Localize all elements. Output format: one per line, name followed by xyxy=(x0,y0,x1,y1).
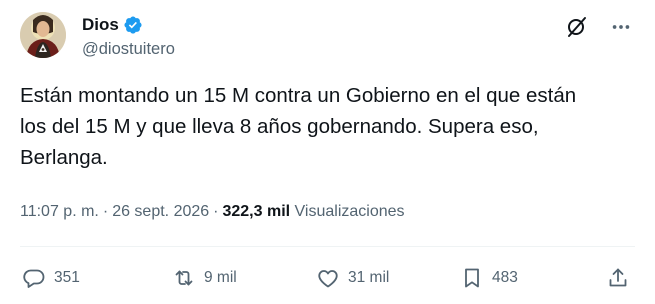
repost-button[interactable]: 9 mil xyxy=(172,262,237,294)
avatar[interactable] xyxy=(20,12,66,58)
repost-icon xyxy=(175,270,193,286)
share-icon xyxy=(609,268,627,287)
author-block: Dios @diostuitero xyxy=(82,14,175,59)
like-button[interactable]: 31 mil xyxy=(316,262,389,294)
meta-separator: · xyxy=(102,203,109,220)
grok-icon[interactable] xyxy=(564,14,590,40)
author-handle[interactable]: @diostuitero xyxy=(82,39,175,59)
share-button[interactable] xyxy=(606,262,630,294)
like-count: 31 mil xyxy=(348,269,390,286)
meta-separator: · xyxy=(213,203,219,220)
display-name[interactable]: Dios xyxy=(82,15,119,35)
reply-count: 351 xyxy=(54,269,80,286)
views-label: Visualizaciones xyxy=(294,203,405,220)
views-count: 322,3 mil xyxy=(222,203,291,220)
repost-count: 9 mil xyxy=(204,269,237,286)
tweet-text: Están montando un 15 M contra un Gobiern… xyxy=(20,84,577,169)
verified-badge-icon xyxy=(123,15,143,35)
bookmark-icon xyxy=(465,268,479,288)
more-icon[interactable] xyxy=(608,14,634,40)
bookmark-count: 483 xyxy=(492,269,518,286)
reply-button[interactable]: 351 xyxy=(22,262,80,294)
divider xyxy=(20,246,635,247)
action-bar: 351 9 mil 31 mil 483 xyxy=(20,262,640,294)
tweet-date[interactable]: 26 sept. 2026 xyxy=(112,203,209,220)
like-icon xyxy=(318,270,338,288)
bookmark-button[interactable]: 483 xyxy=(460,262,518,294)
header-actions xyxy=(564,14,634,40)
tweet-header: Dios @diostuitero xyxy=(20,12,640,68)
tweet-time[interactable]: 11:07 p. m. xyxy=(20,203,99,220)
tweet-meta: 11:07 p. m. · 26 sept. 2026 · 322,3 mil Visu… xyxy=(20,200,405,224)
reply-icon xyxy=(23,269,45,288)
